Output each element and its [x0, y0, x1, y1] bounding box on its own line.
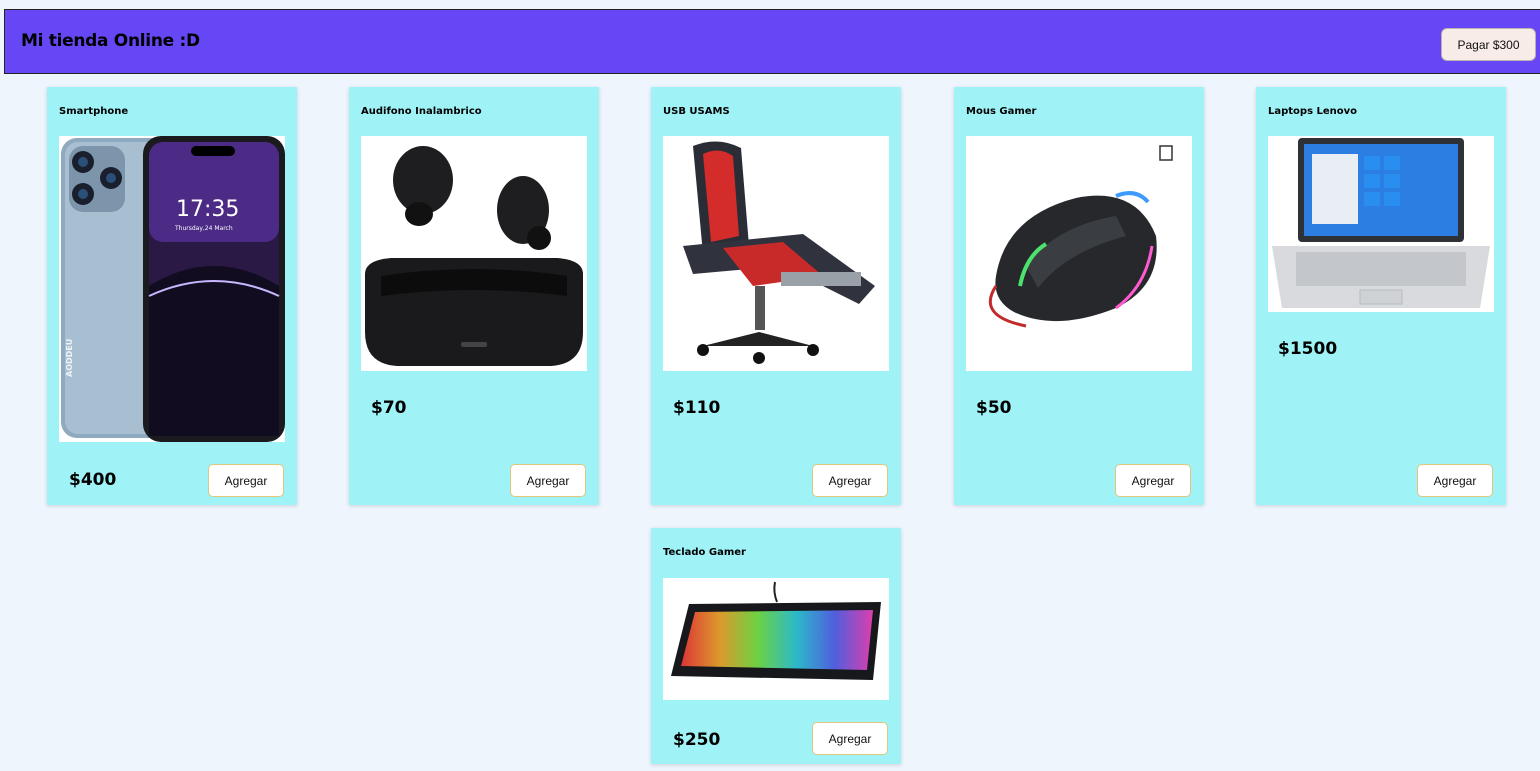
wireless-earbuds-photo	[361, 136, 587, 371]
add-to-cart-button[interactable]: Agregar	[1417, 464, 1493, 497]
add-to-cart-button[interactable]: Agregar	[812, 464, 888, 497]
add-to-cart-button[interactable]: Agregar	[510, 464, 586, 497]
smartphone-photo	[59, 136, 285, 442]
top-navbar: Mi tienda Online :D Pagar $300	[4, 9, 1540, 74]
add-to-cart-button[interactable]: Agregar	[812, 722, 888, 755]
product-price: $250	[673, 730, 721, 750]
gaming-mouse-photo	[966, 136, 1192, 371]
pay-button[interactable]: Pagar $300	[1441, 28, 1536, 61]
phone-date-text: Thursday,24 March	[175, 225, 233, 232]
product-price: $70	[371, 398, 407, 418]
product-card: Smartphone 17:35 Thursday,24 March AODDE…	[47, 87, 297, 505]
product-title: Smartphone	[59, 106, 129, 117]
product-title: USB USAMS	[663, 106, 730, 117]
product-price: $110	[673, 398, 721, 418]
product-title: Mous Gamer	[966, 106, 1037, 117]
phone-time-text: 17:35	[176, 197, 240, 222]
add-to-cart-button[interactable]: Agregar	[208, 464, 284, 497]
phone-brand-text: AODDEU	[65, 338, 74, 377]
product-card: Teclado Gamer $250 Agregar	[651, 528, 901, 764]
gaming-keyboard-photo	[663, 578, 889, 700]
product-title: Teclado Gamer	[663, 547, 746, 558]
laptop-photo	[1268, 136, 1494, 312]
product-card: USB USAMS $110 Agregar	[651, 87, 901, 505]
gaming-chair-photo	[663, 136, 889, 371]
product-title: Laptops Lenovo	[1268, 106, 1358, 117]
product-card: Mous Gamer $50 Agregar	[954, 87, 1204, 505]
add-to-cart-button[interactable]: Agregar	[1115, 464, 1191, 497]
product-price: $50	[976, 398, 1012, 418]
product-card: Laptops Lenovo $1500 Agregar	[1256, 87, 1506, 505]
product-title: Audifono Inalambrico	[361, 106, 482, 117]
product-price: $400	[69, 470, 117, 490]
product-card: Audifono Inalambrico $70 Agregar	[349, 87, 599, 505]
product-price: $1500	[1278, 339, 1338, 359]
store-title: Mi tienda Online :D	[21, 31, 200, 51]
